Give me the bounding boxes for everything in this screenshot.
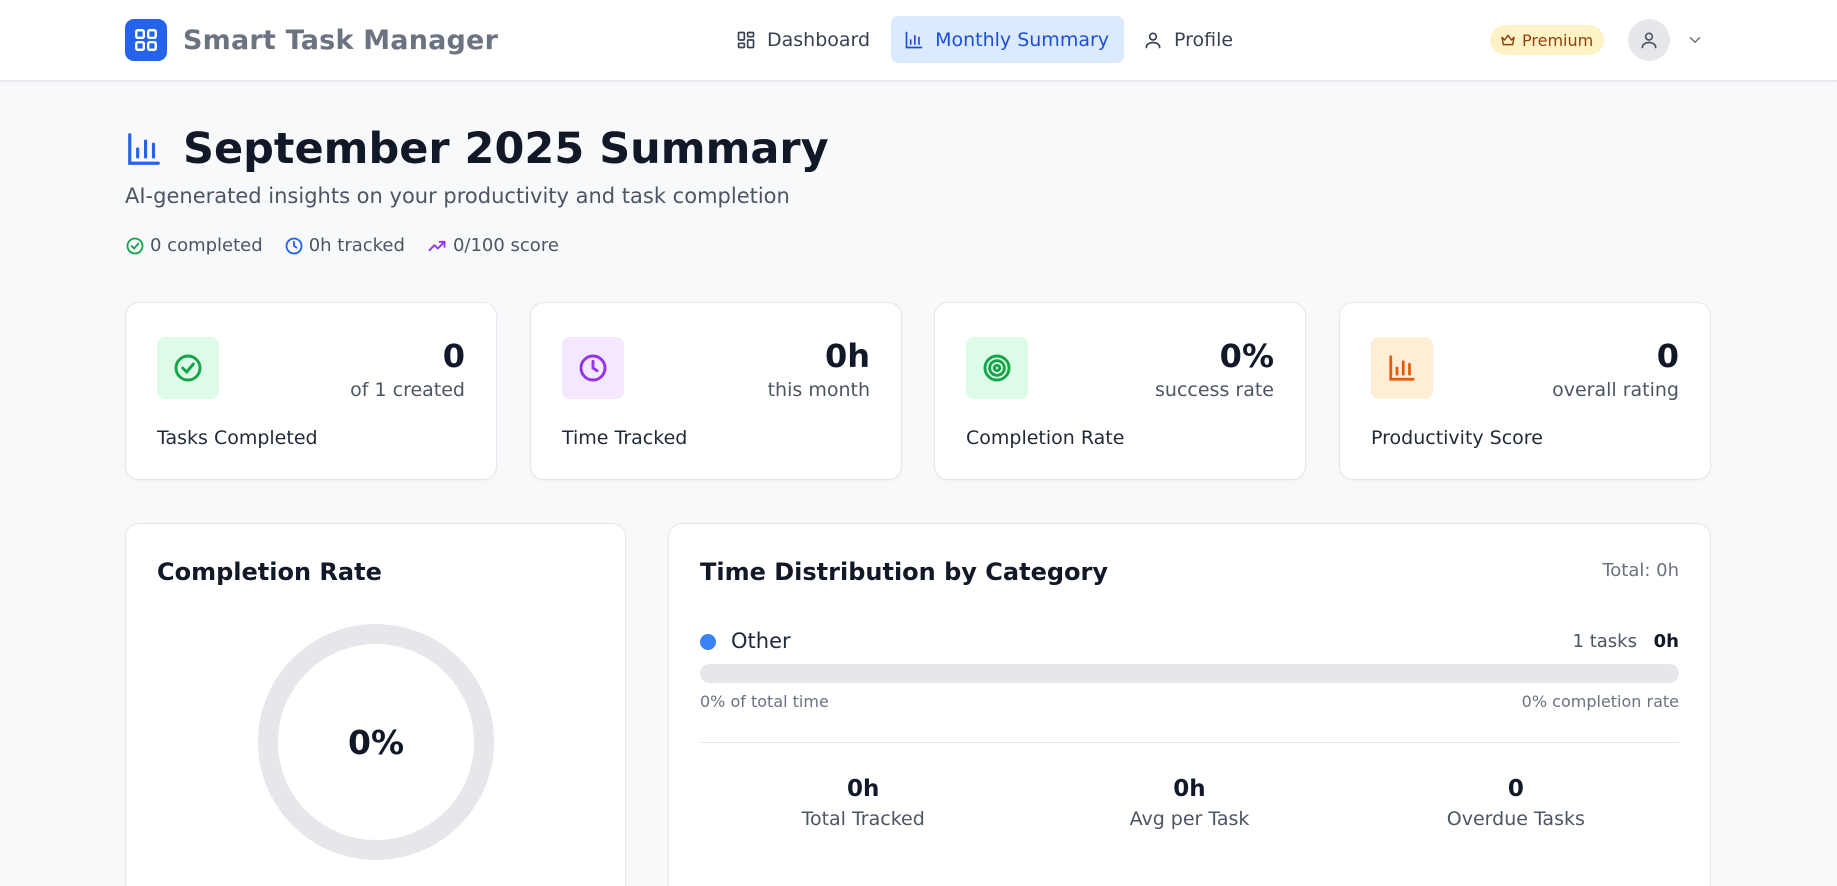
category-row: Other 1 tasks 0h [700,627,1679,657]
avatar[interactable] [1628,19,1670,61]
summary-label: Total Tracked [801,808,925,830]
summary-avg-per-task: 0h Avg per Task [1026,776,1352,830]
bar-chart-icon [1371,337,1433,399]
completion-ring: 0% [256,622,496,862]
check-circle-icon [157,337,219,399]
time-distribution-panel: Time Distribution by Category Total: 0h … [668,523,1711,886]
nav-monthly-summary-label: Monthly Summary [935,28,1110,51]
crown-icon [1500,32,1516,48]
panel-title: Completion Rate [157,558,382,586]
trending-up-icon [426,236,448,256]
completion-rate-panel: Completion Rate 0% [125,523,626,886]
stat-card-productivity-score: 0 overall rating Productivity Score [1339,302,1711,480]
category-task-count: 1 tasks [1572,631,1637,652]
stat-card-completion-rate: 0% success rate Completion Rate [934,302,1306,480]
clock-icon [562,337,624,399]
summary-value: 0 [1507,776,1524,802]
nav-monthly-summary[interactable]: Monthly Summary [891,16,1125,63]
quick-stat-score: 0/100 score [426,235,559,256]
stat-label: Completion Rate [966,427,1125,449]
stat-sub: this month [767,379,870,401]
premium-badge: Premium [1490,25,1605,55]
nav-dashboard-label: Dashboard [767,28,871,51]
category-share: 0% of total time [700,692,829,711]
summary-label: Avg per Task [1129,808,1250,830]
category-name: Other [731,629,791,653]
quick-stat-score-text: 0/100 score [452,235,559,256]
quick-stat-completed: 0 completed [125,235,263,256]
divider [700,742,1679,743]
nav-profile-label: Profile [1174,28,1234,51]
category-completion-rate: 0% completion rate [1521,692,1679,711]
category-color-dot [700,634,716,650]
stat-label: Time Tracked [562,427,688,449]
main-nav: Dashboard Monthly Summary Profile [723,16,1248,63]
quick-stat-tracked-text: 0h tracked [308,235,405,256]
stat-value: 0 [1656,337,1679,375]
category-hours: 0h [1653,631,1679,652]
stat-card-tasks-completed: 0 of 1 created Tasks Completed [125,302,497,480]
completion-ring-value: 0% [347,722,405,762]
bar-chart-icon [125,130,163,168]
stat-label: Tasks Completed [157,427,318,449]
premium-badge-label: Premium [1522,30,1594,50]
nav-profile[interactable]: Profile [1130,16,1248,63]
target-icon [966,337,1028,399]
check-circle-icon [125,236,145,256]
clock-icon [284,236,304,256]
top-navbar: Smart Task Manager Dashboard Monthly Sum… [0,0,1837,81]
brand-name: Smart Task Manager [183,24,499,56]
dashboard-icon [736,30,756,50]
quick-stats: 0 completed 0h tracked 0/100 score [125,235,580,256]
page-heading: September 2025 Summary [125,124,829,174]
stat-value: 0% [1219,337,1274,375]
brand[interactable]: Smart Task Manager [125,19,498,61]
total-hours: Total: 0h [1602,560,1679,581]
summary-total-tracked: 0h Total Tracked [700,776,1026,830]
stat-value: 0 [442,337,465,375]
stat-value: 0h [824,337,870,375]
chevron-down-icon[interactable] [1686,31,1704,49]
stat-sub: overall rating [1552,379,1679,401]
summary-label: Overdue Tasks [1446,808,1585,830]
stat-label: Productivity Score [1371,427,1543,449]
user-icon [1143,30,1163,50]
stat-sub: of 1 created [350,379,465,401]
summary-overdue-tasks: 0 Overdue Tasks [1353,776,1679,830]
summary-value: 0h [846,776,880,802]
summary-value: 0h [1173,776,1206,802]
page-subtitle: AI-generated insights on your productivi… [125,184,790,208]
nav-dashboard[interactable]: Dashboard [723,16,885,63]
panel-title: Time Distribution by Category [700,558,1108,586]
quick-stat-completed-text: 0 completed [150,235,263,256]
stat-card-time-tracked: 0h this month Time Tracked [530,302,902,480]
user-avatar-icon [1641,32,1657,49]
grid-icon [125,19,167,61]
stat-sub: success rate [1155,379,1274,401]
bar-chart-icon [904,30,924,50]
page-title: September 2025 Summary [183,124,829,174]
time-summary: 0h Total Tracked 0h Avg per Task 0 Overd… [700,776,1679,830]
quick-stat-tracked: 0h tracked [284,235,405,256]
category-progress-bar [700,664,1679,683]
